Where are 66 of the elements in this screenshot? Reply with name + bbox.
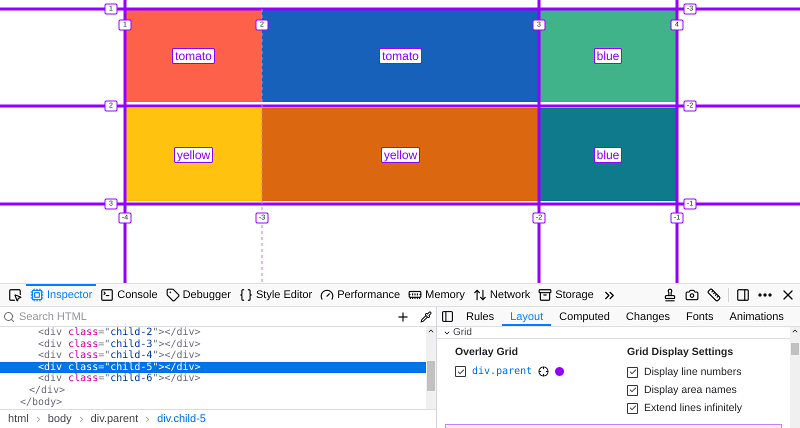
terminal-icon bbox=[100, 288, 114, 302]
grid-color-swatch[interactable] bbox=[555, 367, 564, 376]
sidebar-tab[interactable]: Changes bbox=[618, 307, 678, 326]
arrows-icon bbox=[472, 288, 487, 302]
scrollbar[interactable] bbox=[426, 327, 436, 409]
checkbox[interactable] bbox=[627, 402, 638, 414]
memory-icon bbox=[408, 288, 422, 302]
tool-tab[interactable]: Debugger bbox=[162, 284, 235, 306]
overlay-grid-heading: Overlay Grid bbox=[455, 346, 520, 358]
tool-tab[interactable]: Network bbox=[468, 284, 534, 306]
code-line[interactable]: <div class="child-2"></div> bbox=[0, 327, 426, 339]
code-line[interactable]: </div> bbox=[0, 384, 426, 397]
crosshair-icon[interactable] bbox=[538, 366, 550, 377]
pointer-icon bbox=[8, 288, 22, 302]
code-line[interactable]: </body> bbox=[0, 396, 426, 408]
camera-icon bbox=[685, 288, 699, 302]
area-name: tomato bbox=[379, 48, 422, 64]
checkbox[interactable] bbox=[627, 384, 638, 396]
tag-icon bbox=[166, 288, 180, 302]
gauge-icon bbox=[320, 288, 334, 302]
search-field[interactable]: Search HTML bbox=[17, 310, 381, 322]
tool-tab[interactable]: Memory bbox=[404, 284, 469, 306]
option-label: Extend lines infinitely bbox=[644, 402, 742, 414]
tool-tab[interactable]: Console bbox=[96, 284, 162, 306]
code-line[interactable]: <div class="child-3"></div> bbox=[0, 338, 426, 350]
area-name: blue bbox=[594, 146, 622, 162]
archive-icon bbox=[538, 288, 552, 302]
area-name: tomato bbox=[172, 48, 215, 64]
area-name: yellow bbox=[174, 146, 214, 162]
sidebar-tab[interactable]: Animations bbox=[721, 307, 792, 326]
breadcrumb[interactable]: div.child-5 bbox=[155, 413, 208, 425]
scrollbar[interactable] bbox=[790, 327, 800, 428]
breadcrumb[interactable]: body bbox=[46, 413, 74, 425]
code-line[interactable]: <div class="child-4"></div> bbox=[0, 350, 426, 362]
panel-icon bbox=[441, 310, 454, 323]
tool-tab[interactable]: Storage bbox=[534, 284, 598, 306]
scroll-up-icon bbox=[427, 327, 435, 335]
plus-icon bbox=[396, 310, 410, 324]
area-name: yellow bbox=[380, 146, 420, 162]
checkbox[interactable] bbox=[627, 366, 638, 378]
tool-tab[interactable]: Performance bbox=[316, 284, 404, 306]
display-settings-heading: Grid Display Settings bbox=[627, 346, 734, 358]
scroll-thumb[interactable] bbox=[427, 361, 435, 391]
code-line[interactable]: <div class="child-6"></div> bbox=[0, 373, 426, 385]
option-label: Display area names bbox=[644, 384, 737, 396]
panel-icon bbox=[736, 288, 750, 302]
eyedropper-icon bbox=[420, 310, 432, 322]
area-name: blue bbox=[594, 48, 622, 64]
scroll-thumb[interactable] bbox=[791, 343, 799, 355]
breadcrumb[interactable]: div.parent bbox=[88, 413, 140, 425]
scroll-up-icon bbox=[791, 327, 799, 335]
grid-selector: div.parent bbox=[472, 366, 532, 377]
sidebar-tab[interactable]: Fonts bbox=[678, 307, 722, 326]
ruler-icon bbox=[707, 288, 721, 302]
chip-icon bbox=[30, 288, 44, 302]
checkbox[interactable] bbox=[455, 366, 466, 377]
ellipsis-icon bbox=[758, 293, 772, 297]
option-label: Display line numbers bbox=[644, 366, 742, 378]
section-title: Grid bbox=[453, 328, 472, 338]
stamp-icon bbox=[663, 288, 677, 302]
sidebar-tab[interactable]: Computed bbox=[551, 307, 618, 326]
braces-icon bbox=[238, 288, 253, 302]
sidebar-tab[interactable]: Rules bbox=[458, 307, 502, 326]
tool-tab[interactable]: Style Editor bbox=[234, 284, 316, 306]
search-icon bbox=[3, 310, 15, 322]
breadcrumb[interactable]: html bbox=[6, 413, 31, 425]
